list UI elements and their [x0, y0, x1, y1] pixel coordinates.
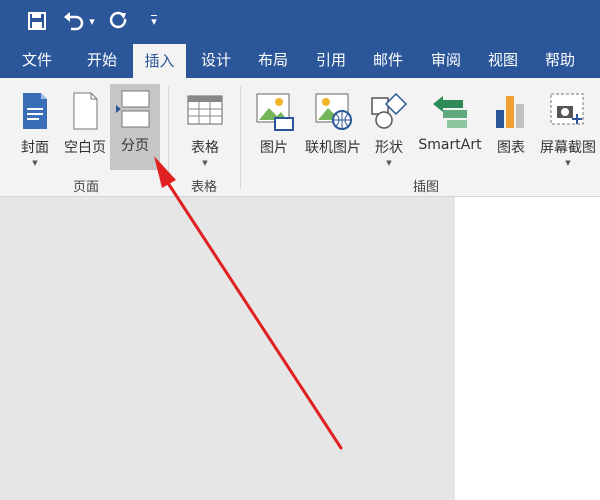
annotation-arrow: [154, 156, 343, 450]
